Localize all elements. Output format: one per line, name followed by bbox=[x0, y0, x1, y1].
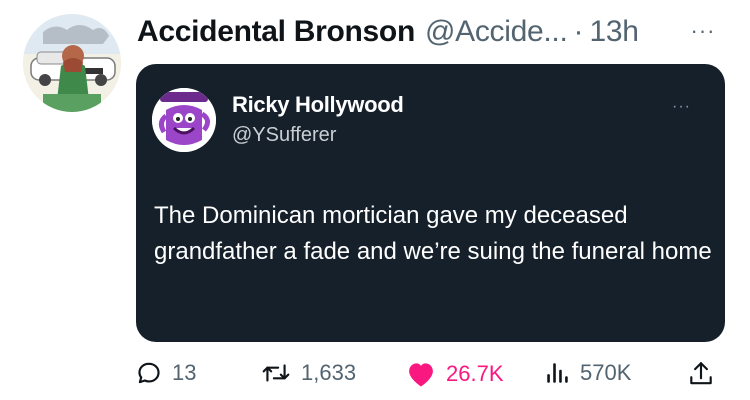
quoted-post-text: The Dominican mortician gave my deceased… bbox=[154, 202, 712, 265]
quoted-author-handle[interactable]: @YSufferer bbox=[232, 124, 336, 147]
post-header: Accidental Bronson @Accide... · 13h bbox=[137, 10, 639, 54]
quoted-post-card[interactable]: Ricky Hollywood @YSufferer ··· The Domin… bbox=[136, 64, 725, 342]
views-count: 570K bbox=[580, 360, 632, 385]
quoted-more-options-icon[interactable]: ··· bbox=[672, 98, 691, 116]
separator-dot: · bbox=[573, 15, 584, 48]
quoted-author-name[interactable]: Ricky Hollywood bbox=[232, 92, 404, 118]
like-button[interactable]: 26.7K bbox=[406, 360, 504, 388]
post-time[interactable]: 13h bbox=[590, 10, 639, 54]
repost-count: 1,633 bbox=[301, 360, 357, 385]
author-handle[interactable]: @Accide... bbox=[425, 10, 568, 54]
action-bar: 13 1,633 26.7K 570K bbox=[136, 360, 736, 400]
repost-button[interactable]: 1,633 bbox=[261, 360, 356, 386]
repost-icon bbox=[262, 364, 290, 382]
more-options-icon[interactable]: ··· bbox=[678, 18, 728, 48]
quoted-author-avatar[interactable] bbox=[152, 88, 216, 152]
heart-icon bbox=[409, 363, 433, 387]
author-avatar[interactable] bbox=[23, 14, 121, 112]
views-icon bbox=[547, 363, 568, 383]
like-count: 26.7K bbox=[446, 361, 504, 386]
share-button[interactable] bbox=[688, 360, 714, 388]
share-icon bbox=[690, 362, 712, 385]
views-button[interactable]: 570K bbox=[544, 360, 631, 386]
reply-icon bbox=[138, 362, 160, 384]
reply-count: 13 bbox=[172, 360, 197, 385]
reply-button[interactable]: 13 bbox=[136, 360, 196, 386]
author-name[interactable]: Accidental Bronson bbox=[137, 10, 415, 54]
